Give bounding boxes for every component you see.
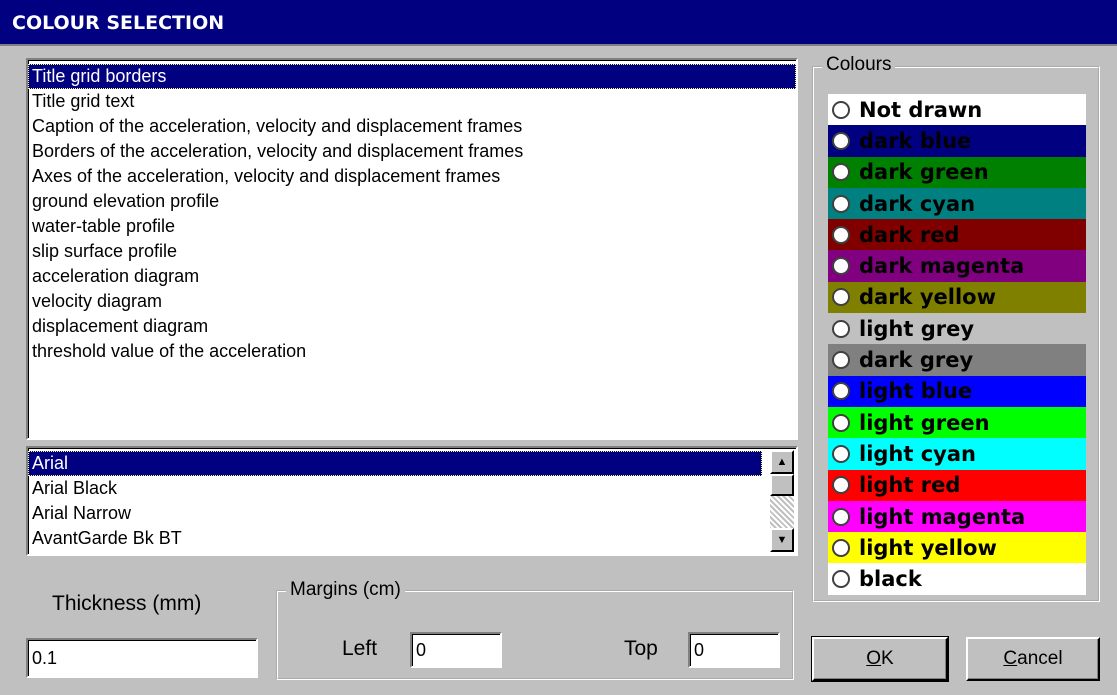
ok-button-label: OK (866, 648, 894, 669)
element-list-item[interactable]: slip surface profile (28, 239, 796, 264)
colour-option-label: dark red (859, 222, 960, 247)
colour-radio-list: Not drawn dark blue dark green dark cyan dar… (828, 94, 1086, 595)
colour-option[interactable]: dark green (828, 156, 1086, 188)
scroll-thumb[interactable] (770, 474, 794, 496)
colour-option-label: dark blue (859, 128, 972, 153)
element-list-item[interactable]: Caption of the acceleration, velocity an… (28, 114, 796, 139)
radio-icon[interactable] (832, 538, 850, 557)
radio-icon[interactable] (832, 194, 850, 213)
margin-left-input[interactable] (410, 632, 502, 668)
colour-option-label: light cyan (859, 441, 976, 466)
radio-icon[interactable] (832, 476, 850, 495)
colour-option[interactable]: light red (828, 469, 1086, 501)
colour-option[interactable]: light grey (828, 313, 1086, 345)
radio-icon[interactable] (832, 131, 850, 150)
radio-icon[interactable] (832, 507, 850, 526)
radio-icon[interactable] (832, 319, 850, 338)
colour-option-label: light green (859, 410, 990, 435)
colour-option[interactable]: dark magenta (828, 250, 1086, 282)
element-list-item[interactable]: Title grid borders (28, 64, 796, 89)
element-list-item[interactable]: water-table profile (28, 214, 796, 239)
element-list-item[interactable]: ground elevation profile (28, 189, 796, 214)
element-list-item[interactable]: Title grid text (28, 89, 796, 114)
colour-option-label: dark green (859, 160, 989, 185)
colour-option[interactable]: light yellow (828, 532, 1086, 564)
cancel-button[interactable]: Cancel (966, 637, 1100, 681)
colour-option-label: dark magenta (859, 254, 1025, 279)
colour-option-label: Not drawn (859, 97, 983, 122)
colour-option-label: light yellow (859, 535, 997, 560)
colour-option-label: black (859, 567, 922, 592)
colour-option-label: light blue (859, 379, 973, 404)
margin-left-label: Left (342, 637, 378, 660)
colour-option[interactable]: light green (828, 406, 1086, 439)
colour-option[interactable]: dark grey (828, 344, 1086, 376)
radio-icon[interactable] (832, 225, 850, 244)
colour-option[interactable]: light magenta (828, 500, 1086, 533)
triangle-up-icon: ▲ (776, 456, 788, 468)
colours-group-label: Colours (822, 54, 896, 76)
element-list-item[interactable]: Borders of the acceleration, velocity an… (28, 139, 796, 164)
colour-option[interactable]: light blue (828, 375, 1086, 407)
element-list-item[interactable]: displacement diagram (28, 314, 796, 339)
colour-option[interactable]: dark cyan (828, 187, 1086, 220)
element-list[interactable]: Title grid borders Title grid text Caption… (26, 58, 798, 440)
element-list-item[interactable]: threshold value of the acceleration (28, 339, 796, 364)
font-list-scrollbar[interactable]: ▲ ▼ (770, 450, 794, 552)
margins-group-label: Margins (cm) (286, 579, 405, 601)
colour-option-label: light magenta (859, 504, 1026, 529)
font-items: Arial Arial Black Arial Narrow AvantGarde B… (28, 451, 796, 551)
scroll-up-button[interactable]: ▲ (770, 450, 794, 474)
colour-option[interactable]: dark blue (828, 125, 1086, 157)
colour-option-label: dark yellow (859, 285, 996, 310)
radio-icon[interactable] (832, 163, 850, 182)
colours-group: Colours Not drawn dark blue dark green dark… (812, 54, 1100, 602)
margin-top-input[interactable] (688, 632, 780, 668)
colour-option[interactable]: dark red (828, 219, 1086, 251)
element-list-item[interactable]: acceleration diagram (28, 264, 796, 289)
radio-icon[interactable] (832, 413, 850, 432)
font-list[interactable]: Arial Arial Black Arial Narrow AvantGarde B… (26, 446, 798, 556)
colour-option[interactable]: black (828, 563, 1086, 595)
element-list-item[interactable]: Axes of the acceleration, velocity and d… (28, 164, 796, 189)
font-list-item[interactable]: AvantGarde Bk BT (28, 526, 762, 551)
font-list-item[interactable]: Arial Black (28, 476, 762, 501)
radio-icon[interactable] (832, 570, 850, 589)
cancel-button-label: Cancel (1003, 648, 1063, 669)
colour-option[interactable]: light cyan (828, 438, 1086, 470)
thickness-input[interactable] (26, 638, 258, 678)
radio-icon[interactable] (832, 257, 850, 276)
colour-option-label: dark grey (859, 348, 974, 373)
colour-option-label: dark cyan (859, 191, 976, 216)
ok-button[interactable]: OK (811, 636, 949, 682)
radio-icon[interactable] (832, 100, 850, 119)
element-list-item[interactable]: velocity diagram (28, 289, 796, 314)
triangle-down-icon: ▼ (776, 534, 788, 546)
font-list-item[interactable]: Arial (28, 451, 762, 476)
colour-option-label: light red (859, 473, 961, 498)
radio-icon[interactable] (832, 351, 850, 370)
radio-icon[interactable] (832, 382, 850, 401)
margin-top-label: Top (624, 637, 658, 660)
colour-option[interactable]: Not drawn (828, 94, 1086, 126)
colour-option-label: light grey (859, 316, 975, 341)
window-title: COLOUR SELECTION (0, 0, 1117, 46)
colour-option[interactable]: dark yellow (828, 281, 1086, 314)
thickness-label: Thickness (mm) (52, 592, 202, 615)
font-list-item[interactable]: Arial Narrow (28, 501, 762, 526)
radio-icon[interactable] (832, 444, 850, 463)
radio-icon[interactable] (832, 288, 850, 307)
scroll-down-button[interactable]: ▼ (770, 528, 794, 552)
